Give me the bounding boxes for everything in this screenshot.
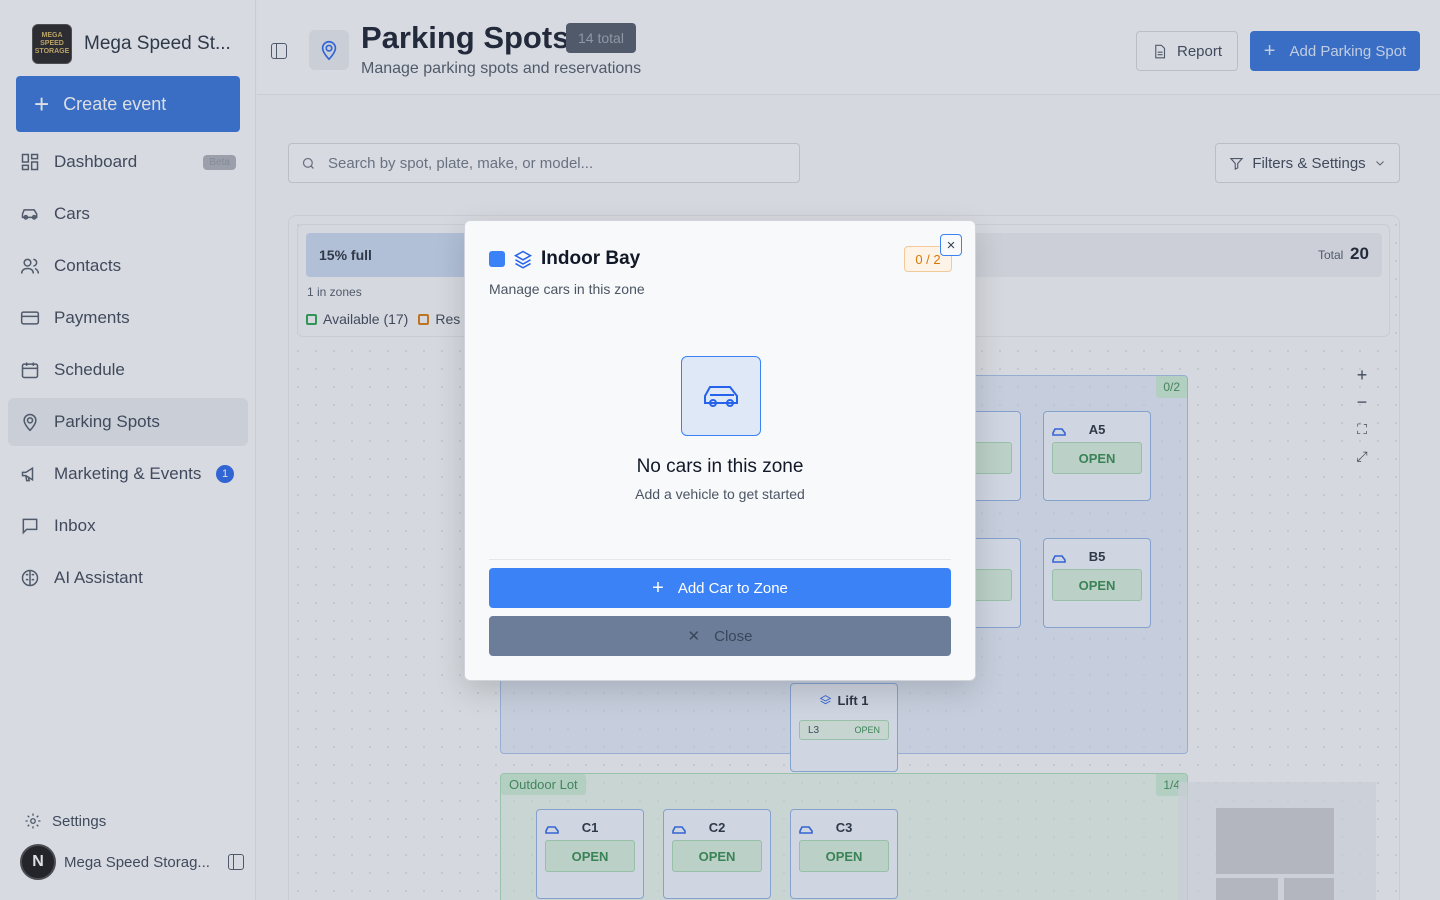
empty-state-subtitle: Add a vehicle to get started	[635, 486, 805, 502]
dialog-subtitle: Manage cars in this zone	[489, 281, 645, 297]
add-car-to-zone-button[interactable]: + Add Car to Zone	[489, 568, 951, 608]
close-label: Close	[714, 627, 753, 645]
plus-icon: +	[652, 576, 664, 599]
zone-color-swatch	[489, 251, 505, 267]
close-icon: ✕	[687, 628, 701, 645]
empty-state-title: No cars in this zone	[636, 456, 804, 477]
car-icon	[681, 356, 761, 436]
divider	[489, 559, 951, 560]
close-button[interactable]: ✕ Close	[489, 616, 951, 656]
layers-icon	[513, 249, 533, 269]
close-icon[interactable]: ×	[940, 234, 962, 256]
add-car-label: Add Car to Zone	[677, 579, 788, 597]
dialog-title: Indoor Bay	[541, 248, 641, 269]
zone-dialog: Indoor Bay Manage cars in this zone 0 / …	[464, 220, 976, 681]
